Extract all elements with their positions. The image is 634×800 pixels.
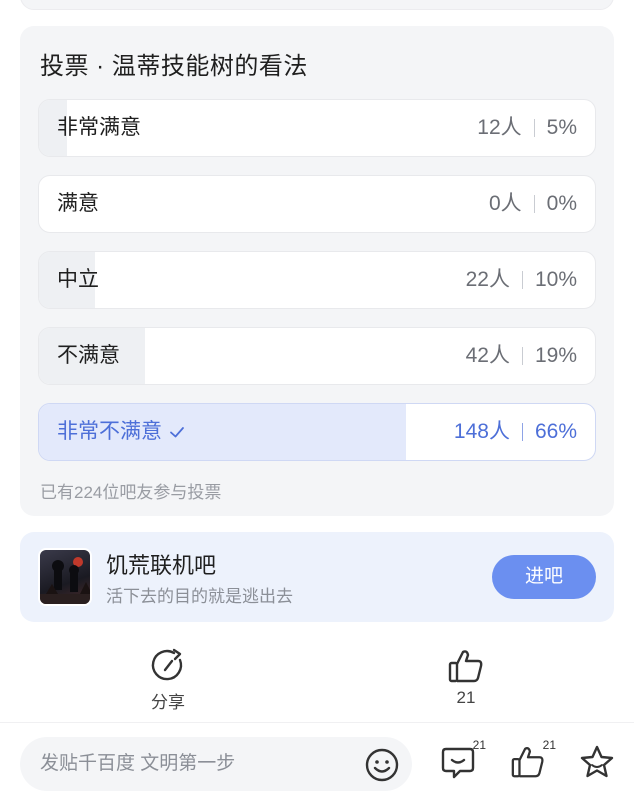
thumbs-up-icon: [448, 650, 483, 683]
comment-badge: 21: [472, 738, 486, 752]
poll-option-label: 不满意: [57, 344, 120, 367]
poll-option-count: 148人: [453, 420, 510, 443]
stats-separator: [533, 119, 535, 137]
poll-option-count: 42人: [465, 344, 510, 367]
forum-avatar[interactable]: [38, 548, 92, 606]
favorite-button[interactable]: [578, 744, 616, 785]
poll-option-label-text: 非常不满意: [57, 420, 162, 443]
comment-button[interactable]: 21: [440, 738, 486, 785]
poll-participants: 已有224位吧友参与投票: [40, 483, 222, 502]
post-action-row: 分享 21: [0, 648, 634, 720]
share-button[interactable]: 分享: [128, 648, 208, 713]
share-icon: [151, 648, 183, 681]
poll-option-stats: 42人 19%: [466, 328, 577, 384]
thumbs-up-icon: [511, 747, 544, 778]
poll-card: 投票 · 温蒂技能树的看法 非常满意 12人 5% 满意 0人 0% 中立 22…: [20, 26, 614, 516]
like-badge: 21: [542, 738, 556, 752]
poll-option-percent: 5%: [546, 116, 577, 139]
comment-input[interactable]: 发贴千百度 文明第一步: [20, 737, 412, 791]
forum-description: 活下去的目的就是逃出去: [106, 587, 293, 606]
poll-option-satisfied[interactable]: 满意 0人 0%: [38, 175, 596, 233]
poll-option-stats: 22人 10%: [466, 252, 577, 308]
poll-option-label: 非常满意: [57, 116, 141, 139]
like-button[interactable]: 21: [426, 648, 506, 708]
forum-avatar-art-icon: [40, 557, 90, 604]
poll-option-percent: 10%: [534, 268, 577, 291]
bottom-divider: [0, 722, 634, 723]
like-count: 21: [456, 688, 476, 707]
poll-option-neutral[interactable]: 中立 22人 10%: [38, 251, 596, 309]
poll-option-percent: 19%: [534, 344, 577, 367]
stats-separator: [521, 271, 523, 289]
poll-option-label: 中立: [57, 268, 99, 291]
poll-option-stats: 0人 0%: [489, 176, 577, 232]
poll-option-label: 满意: [57, 192, 99, 215]
previous-card-edge: [20, 0, 614, 10]
emoji-icon[interactable]: [364, 747, 400, 783]
stats-separator: [521, 347, 523, 365]
poll-option-count: 22人: [465, 268, 510, 291]
bottom-bar: 发贴千百度 文明第一步 21 21: [0, 726, 634, 800]
poll-option-stats: 12人 5%: [477, 100, 577, 156]
comment-placeholder: 发贴千百度 文明第一步: [40, 753, 236, 774]
poll-option-percent: 66%: [534, 420, 577, 443]
poll-option-count: 12人: [477, 116, 522, 139]
like-bar-button[interactable]: 21: [510, 738, 556, 785]
poll-option-dissatisfied[interactable]: 不满意 42人 19%: [38, 327, 596, 385]
poll-option-very-satisfied[interactable]: 非常满意 12人 5%: [38, 99, 596, 157]
poll-option-very-dissatisfied[interactable]: 非常不满意 148人 66%: [38, 403, 596, 461]
stats-separator: [533, 195, 535, 213]
poll-option-count: 0人: [488, 192, 522, 215]
star-icon: [580, 745, 614, 778]
stats-separator: [521, 423, 523, 441]
poll-option-label: 非常不满意: [57, 404, 186, 460]
forum-name[interactable]: 饥荒联机吧: [106, 548, 216, 580]
comment-icon: [441, 747, 475, 779]
poll-option-percent: 0%: [546, 192, 577, 215]
join-forum-button[interactable]: 进吧: [492, 555, 596, 599]
checkmark-icon: [170, 427, 184, 438]
poll-option-stats: 148人 66%: [454, 404, 577, 460]
forum-card[interactable]: 饥荒联机吧 活下去的目的就是逃出去 进吧: [20, 532, 614, 622]
share-label: 分享: [151, 693, 185, 712]
poll-title: 投票 · 温蒂技能树的看法: [40, 53, 308, 80]
